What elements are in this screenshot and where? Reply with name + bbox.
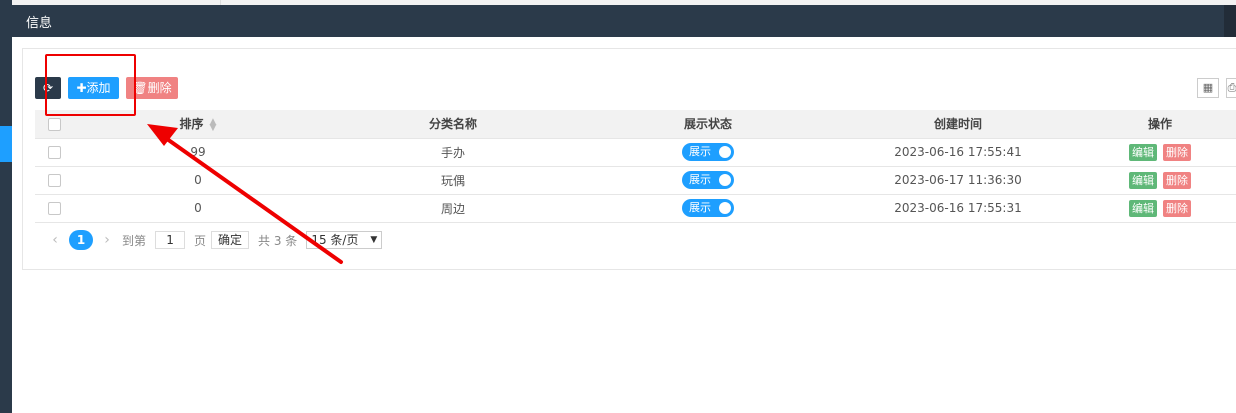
annotation-arrow-icon [147, 124, 343, 264]
